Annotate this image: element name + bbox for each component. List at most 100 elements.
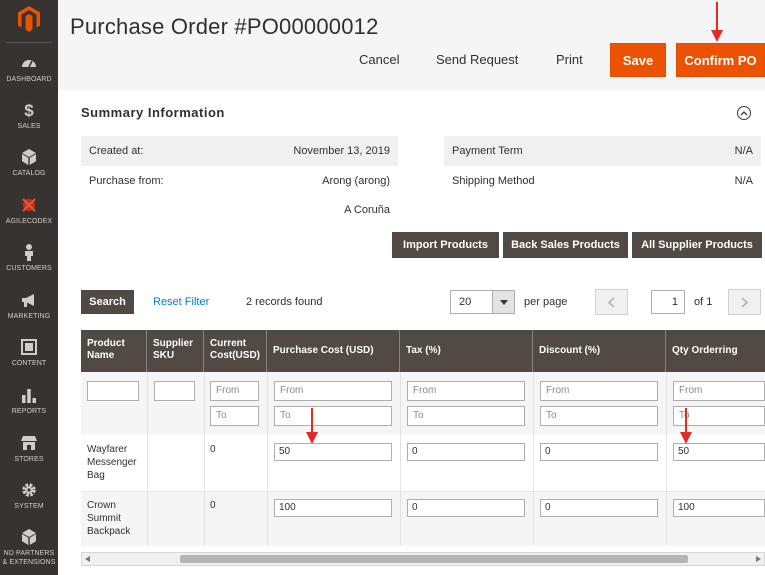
table-row: Crown Summit Backpack 0 100 0 0 100	[81, 492, 765, 546]
save-button[interactable]: Save	[610, 43, 666, 77]
scrollbar-thumb[interactable]	[180, 555, 688, 563]
next-page-button[interactable]	[728, 289, 761, 315]
scroll-right-icon[interactable]	[755, 556, 761, 562]
nav-reports-label: REPORTS	[11, 408, 47, 415]
nav-content-label: CONTENT	[11, 360, 47, 367]
dashboard-icon	[22, 60, 36, 68]
nav-dashboard[interactable]: DASHBOARD	[0, 50, 58, 98]
nav-reports[interactable]: REPORTS	[0, 382, 58, 430]
nav-catalog[interactable]: CATALOG	[0, 144, 58, 192]
nav-agilecodex-label: AGILECODEX	[5, 218, 53, 225]
col-discount[interactable]: Discount (%)	[533, 330, 666, 372]
filter-discount-from[interactable]: From	[540, 381, 658, 401]
nav-partners-label-line2: & EXTENSIONS	[2, 559, 56, 566]
cancel-button[interactable]: Cancel	[359, 52, 399, 67]
table-row: Wayfarer Messenger Bag 0 50 0 0 50	[81, 434, 765, 492]
search-button[interactable]: Search	[81, 290, 134, 314]
col-current-cost[interactable]: Current Cost(USD)	[204, 330, 267, 372]
send-request-button[interactable]: Send Request	[436, 52, 518, 67]
payment-label: Payment Term	[452, 145, 523, 157]
admin-sidebar: DASHBOARD $ SALES CATALOG AGILECODEX CUS…	[0, 0, 58, 575]
shipping-value: N/A	[734, 175, 753, 187]
import-products-button[interactable]: Import Products	[392, 232, 499, 258]
partners-icon	[22, 529, 36, 545]
page-of-label: of 1	[694, 296, 713, 308]
filter-tax-from[interactable]: From	[407, 381, 525, 401]
nav-partners-label: ND PARTNERS & EXTENSIONS	[3, 549, 56, 567]
back-sales-products-button[interactable]: Back Sales Products	[503, 232, 628, 258]
nav-system[interactable]: SYSTEM	[0, 477, 58, 525]
page-input[interactable]: 1	[651, 290, 685, 314]
discount-input[interactable]: 0	[540, 499, 658, 517]
nav-marketing[interactable]: MARKETING	[0, 287, 58, 335]
magento-logo[interactable]	[0, 0, 58, 38]
print-button[interactable]: Print	[556, 52, 583, 67]
per-page-label: per page	[524, 296, 568, 308]
nav-dashboard-label: DASHBOARD	[6, 76, 52, 83]
nav-marketing-label: MARKETING	[7, 313, 51, 320]
reset-filter-link[interactable]: Reset Filter	[153, 296, 209, 308]
col-qty-ordering[interactable]: Qty Orderring	[666, 330, 765, 372]
nav-sales[interactable]: $ SALES	[0, 97, 58, 145]
chevron-right-icon	[741, 296, 748, 308]
prev-page-button[interactable]	[595, 289, 628, 315]
filter-discount-to[interactable]: To	[540, 406, 658, 426]
tax-input[interactable]: 0	[407, 443, 525, 461]
purchase-city-row: A Coruña	[81, 195, 398, 225]
filter-qty-from[interactable]: From	[673, 381, 765, 401]
nav-customers-label: CUSTOMERS	[6, 265, 52, 272]
row-current-cost: 0	[210, 444, 216, 455]
magento-logo-icon	[18, 6, 40, 32]
megaphone-icon	[22, 294, 34, 307]
gear-icon	[22, 483, 36, 497]
col-supplier-sku[interactable]: Supplier SKU	[147, 330, 204, 372]
horizontal-scrollbar[interactable]	[81, 552, 765, 566]
col-purchase-cost[interactable]: Purchase Cost (USD)	[267, 330, 400, 372]
row-product-name: Crown Summit Backpack	[87, 500, 131, 537]
arrow-down-icon	[306, 408, 318, 444]
per-page-select[interactable]: 20	[450, 290, 515, 314]
nav-customers[interactable]: CUSTOMERS	[0, 239, 58, 287]
arrow-down-icon	[680, 408, 692, 444]
dollar-icon: $	[24, 101, 34, 119]
agilecodex-icon	[22, 198, 36, 212]
filter-current-cost-to[interactable]: To	[210, 406, 259, 426]
per-page-value: 20	[459, 296, 472, 308]
qty-input[interactable]: 100	[673, 499, 765, 517]
nav-stores[interactable]: STORES	[0, 430, 58, 478]
filter-current-cost-from[interactable]: From	[210, 381, 259, 401]
collapse-icon[interactable]	[737, 106, 751, 120]
purchase-cost-input[interactable]: 50	[274, 443, 392, 461]
discount-input[interactable]: 0	[540, 443, 658, 461]
all-supplier-products-button[interactable]: All Supplier Products	[632, 232, 762, 258]
purchase-cost-input[interactable]: 100	[274, 499, 392, 517]
row-product-name: Wayfarer Messenger Bag	[87, 444, 137, 481]
confirm-po-button[interactable]: Confirm PO	[676, 43, 765, 77]
nav-agilecodex[interactable]: AGILECODEX	[0, 192, 58, 240]
tax-input[interactable]: 0	[407, 499, 525, 517]
purchase-from-value: Arong (arong)	[322, 175, 390, 187]
nav-partners[interactable]: ND PARTNERS & EXTENSIONS	[0, 524, 58, 572]
filter-product-name-input[interactable]	[87, 381, 139, 401]
scroll-left-icon[interactable]	[85, 556, 91, 562]
filter-tax-to[interactable]: To	[407, 406, 525, 426]
filter-purchase-cost-to[interactable]: To	[274, 406, 392, 426]
col-tax[interactable]: Tax (%)	[400, 330, 533, 372]
records-count: 2 records found	[246, 296, 323, 308]
nav-system-label: SYSTEM	[14, 503, 44, 510]
purchase-city-value: A Coruña	[344, 204, 390, 216]
filter-sku-input[interactable]	[154, 381, 195, 401]
nav-sales-label: SALES	[17, 123, 41, 130]
content-icon	[21, 339, 37, 355]
filter-purchase-cost-from[interactable]: From	[274, 381, 392, 401]
bar-chart-icon	[22, 389, 36, 403]
qty-input[interactable]: 50	[673, 443, 765, 461]
summary-title: Summary Information	[81, 105, 225, 120]
nav-content[interactable]: CONTENT	[0, 334, 58, 382]
created-value: November 13, 2019	[293, 145, 390, 157]
col-product-name[interactable]: Product Name	[81, 330, 147, 372]
created-row: Created at: November 13, 2019	[81, 136, 398, 166]
created-label: Created at:	[89, 145, 144, 157]
nav-stores-label: STORES	[14, 456, 44, 463]
arrow-down-icon	[711, 2, 723, 42]
